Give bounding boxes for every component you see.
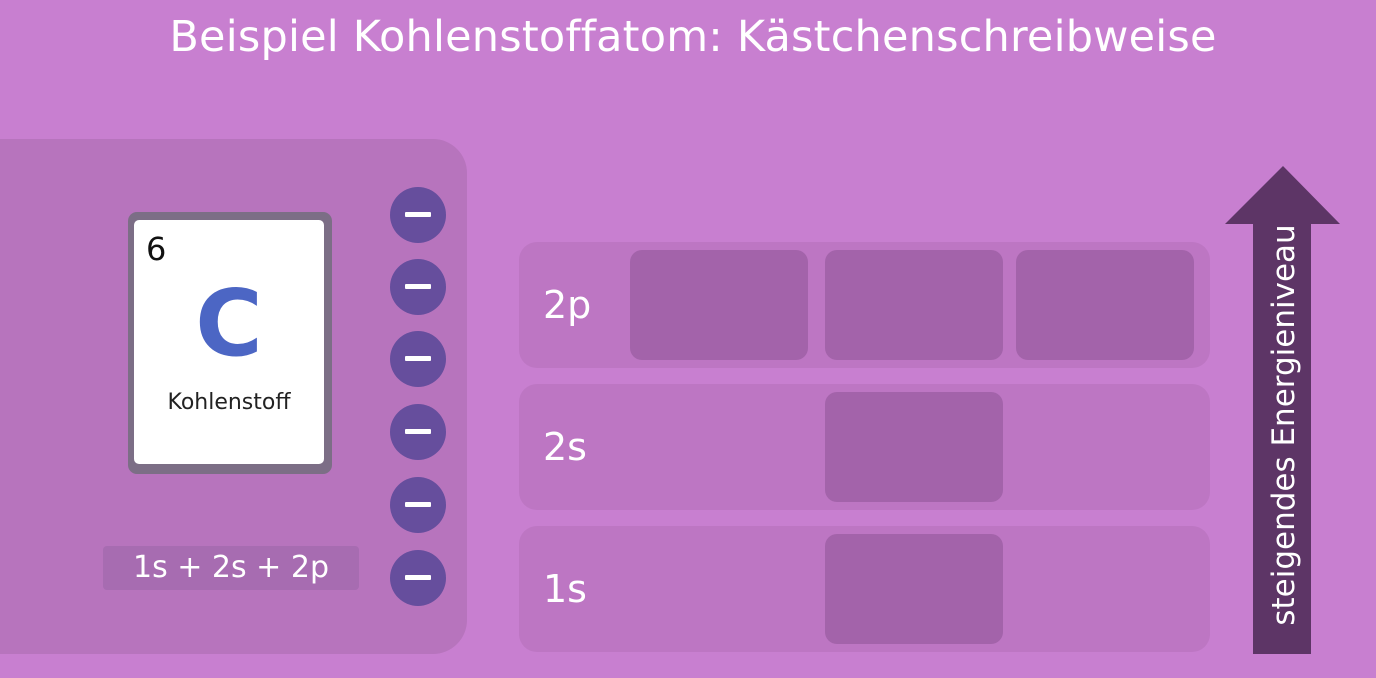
minus-icon xyxy=(405,502,431,507)
electron xyxy=(390,550,446,606)
element-tile: 6 C Kohlenstoff xyxy=(134,220,324,464)
orbital-label: 2s xyxy=(543,425,587,469)
electron xyxy=(390,331,446,387)
minus-icon xyxy=(405,356,431,361)
orbital-row-2s: 2s xyxy=(519,384,1210,510)
electron-configuration: 1s + 2s + 2p xyxy=(103,546,359,590)
orbital-box xyxy=(825,534,1003,644)
minus-icon xyxy=(405,284,431,289)
orbital-box xyxy=(1016,250,1194,360)
electron xyxy=(390,404,446,460)
electron xyxy=(390,259,446,315)
orbital-label: 2p xyxy=(543,283,592,327)
orbital-box xyxy=(825,392,1003,502)
orbital-label: 1s xyxy=(543,567,587,611)
minus-icon xyxy=(405,429,431,434)
electron xyxy=(390,187,446,243)
page-title: Beispiel Kohlenstoffatom: Kästchenschrei… xyxy=(169,12,1217,62)
electron xyxy=(390,477,446,533)
orbital-box xyxy=(825,250,1003,360)
minus-icon xyxy=(405,212,431,217)
orbital-box xyxy=(630,250,808,360)
orbital-row-1s: 1s xyxy=(519,526,1210,652)
element-symbol: C xyxy=(195,270,263,377)
orbital-row-2p: 2p xyxy=(519,242,1210,368)
minus-icon xyxy=(405,575,431,580)
element-card: 6 C Kohlenstoff xyxy=(128,212,332,474)
energy-axis-label: steigendes Energieniveau xyxy=(1266,224,1302,626)
atomic-number: 6 xyxy=(146,230,167,268)
element-name: Kohlenstoff xyxy=(167,390,291,415)
